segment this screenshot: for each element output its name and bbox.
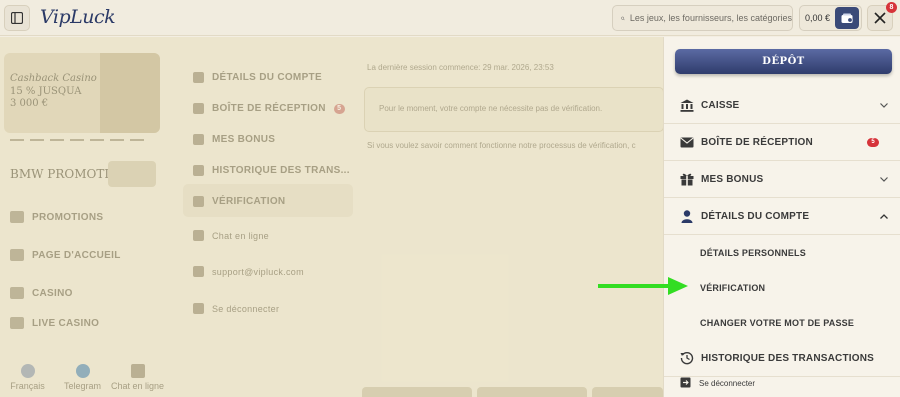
menu-item-label: BOÎTE DE RÉCEPTION bbox=[701, 136, 813, 148]
account-menu-panel: DÉPÔT CAISSE BOÎTE DE RÉCEPTION 5 MES BO… bbox=[663, 37, 900, 397]
modal-overlay[interactable] bbox=[0, 37, 663, 397]
user-icon bbox=[680, 209, 694, 223]
search-input[interactable]: Les jeux, les fournisseurs, les catégori… bbox=[612, 5, 793, 31]
logout-label: Se déconnecter bbox=[699, 379, 756, 388]
bank-icon bbox=[680, 98, 694, 112]
gift-icon bbox=[680, 172, 694, 186]
logout-button[interactable]: Se déconnecter bbox=[680, 377, 755, 390]
history-icon bbox=[680, 351, 694, 365]
balance-widget[interactable]: 0,00 € bbox=[799, 5, 862, 31]
top-bar: VipLuck Les jeux, les fournisseurs, les … bbox=[0, 0, 900, 36]
menu-item-label: MES BONUS bbox=[701, 173, 764, 185]
balance-amount: 0,00 € bbox=[805, 13, 831, 23]
search-icon bbox=[621, 16, 625, 20]
menu-item-transaction-history[interactable]: HISTORIQUE DES TRANSACTIONS bbox=[664, 340, 900, 377]
chevron-up-icon bbox=[879, 213, 889, 219]
inbox-count-badge: 5 bbox=[867, 137, 879, 147]
menu-item-label: CAISSE bbox=[701, 99, 740, 111]
notification-badge: 8 bbox=[886, 2, 897, 13]
menu-item-caisse[interactable]: CAISSE bbox=[664, 87, 900, 124]
submenu-change-password[interactable]: CHANGER VOTRE MOT DE PASSE bbox=[700, 318, 854, 328]
chevron-down-icon bbox=[879, 176, 889, 182]
wallet-icon bbox=[841, 13, 853, 23]
sidebar-toggle-icon bbox=[11, 12, 23, 24]
deposit-button[interactable]: DÉPÔT bbox=[675, 49, 892, 74]
menu-item-bonus[interactable]: MES BONUS bbox=[664, 161, 900, 198]
menu-item-label: HISTORIQUE DES TRANSACTIONS bbox=[701, 352, 875, 364]
menu-item-account-details[interactable]: DÉTAILS DU COMPTE bbox=[664, 198, 900, 235]
menu-item-label: DÉTAILS DU COMPTE bbox=[701, 210, 810, 222]
submenu-personal-details[interactable]: DÉTAILS PERSONNELS bbox=[700, 248, 806, 258]
sidebar-toggle-button[interactable] bbox=[4, 5, 30, 31]
mail-icon bbox=[680, 135, 694, 149]
logout-icon bbox=[680, 377, 691, 390]
chevron-down-icon bbox=[879, 102, 889, 108]
arrow-pointer-icon bbox=[598, 277, 688, 295]
vipluck-logo[interactable]: VipLuck bbox=[40, 6, 116, 28]
close-icon bbox=[874, 12, 886, 24]
submenu-verification[interactable]: VÉRIFICATION bbox=[700, 283, 765, 293]
search-placeholder: Les jeux, les fournisseurs, les catégori… bbox=[629, 13, 792, 23]
menu-item-inbox[interactable]: BOÎTE DE RÉCEPTION 5 bbox=[664, 124, 900, 161]
wallet-button[interactable] bbox=[835, 7, 859, 29]
